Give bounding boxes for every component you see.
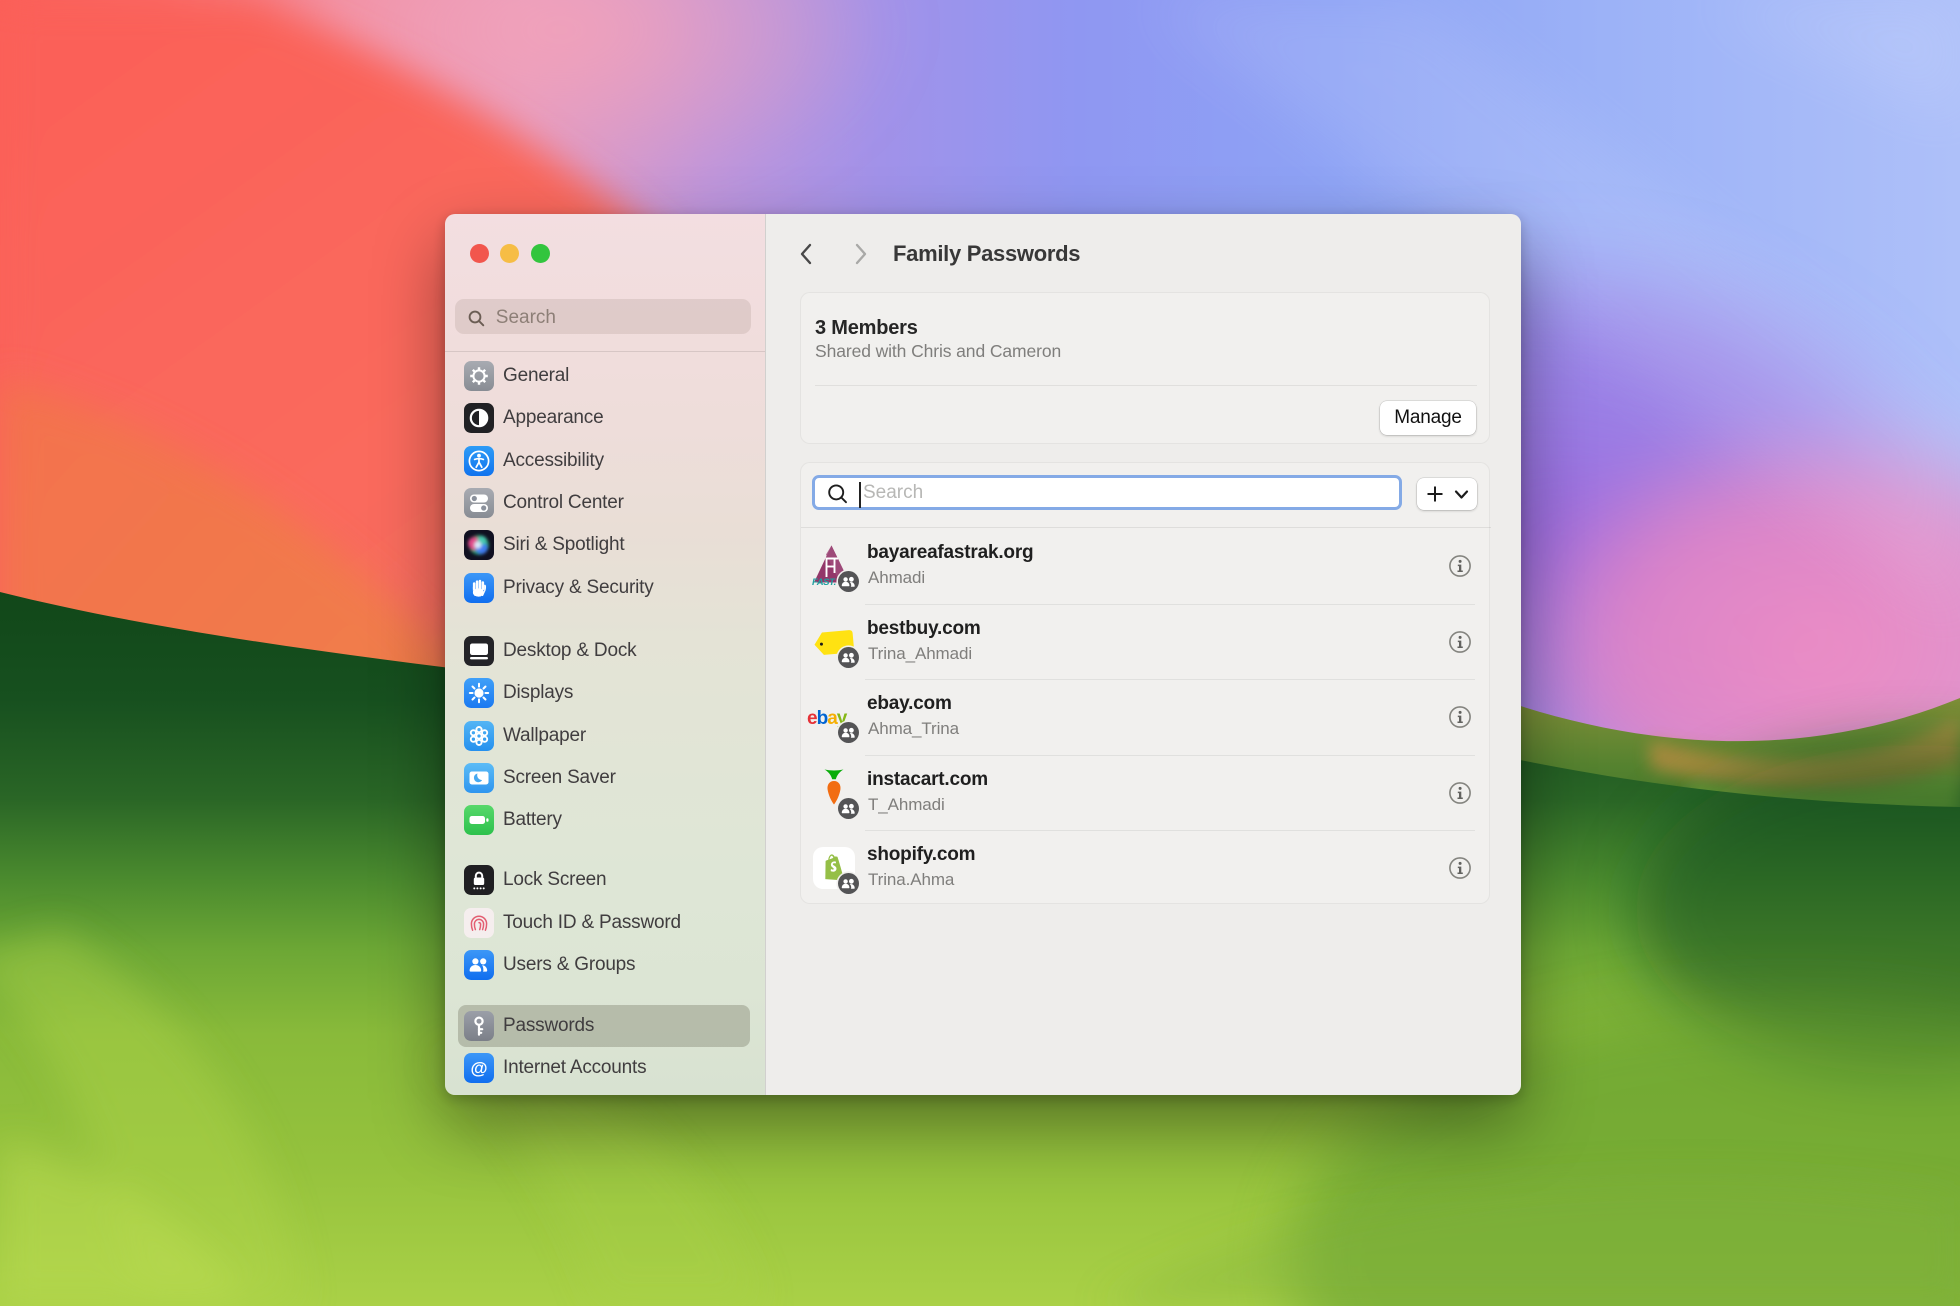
svg-text:FAST.: FAST. — [812, 577, 836, 588]
svg-text:@: @ — [470, 1058, 487, 1078]
